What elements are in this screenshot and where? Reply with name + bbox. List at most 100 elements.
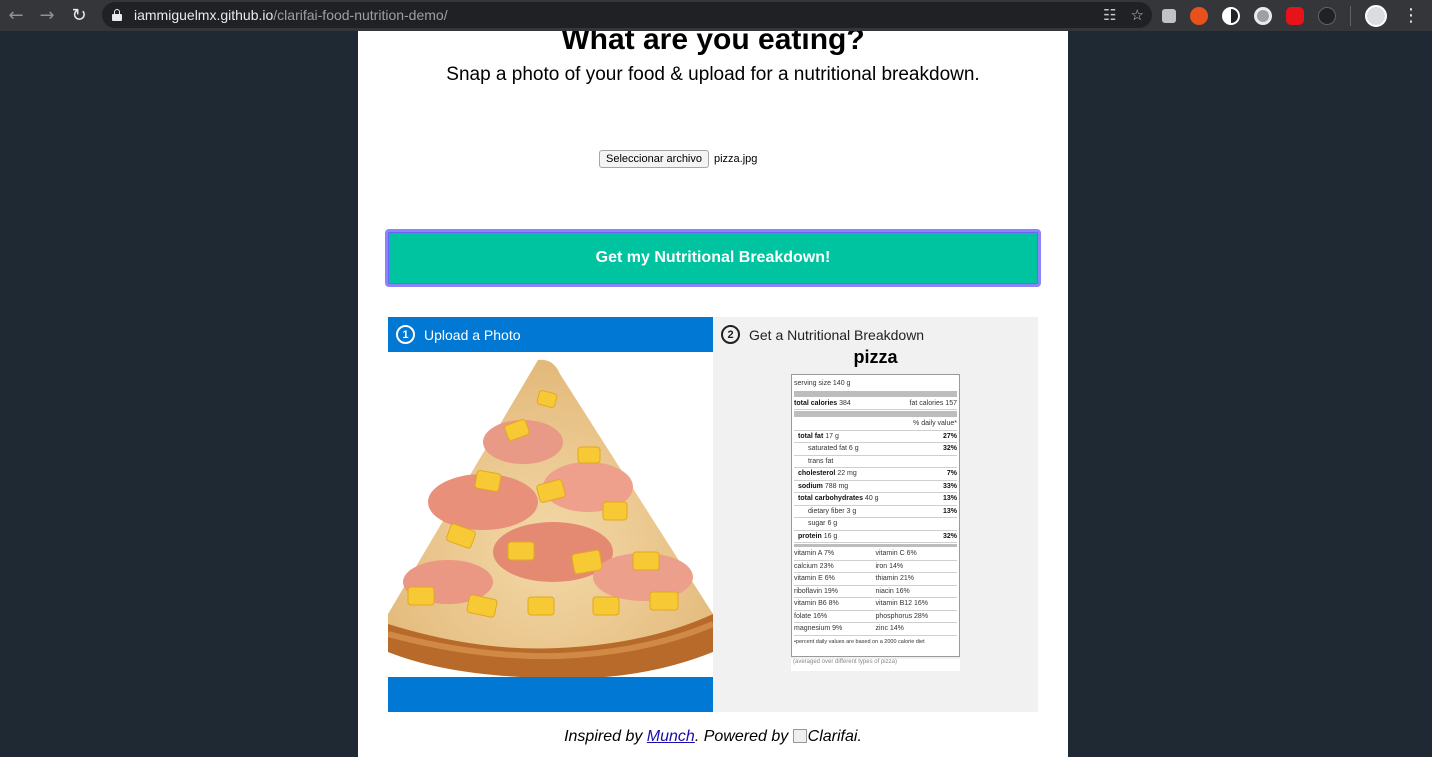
- vitamin-right: niacin 16%: [875, 587, 910, 595]
- vitamin-row: calcium 23% iron 14%: [794, 561, 957, 573]
- vitamin-row: vitamin A 7% vitamin C 6%: [794, 548, 957, 561]
- vitamin-left: vitamin A 7%: [794, 550, 835, 558]
- nutrient-row: protein 16 g 32%: [794, 531, 957, 543]
- nutrient-percent: 33%: [942, 482, 957, 490]
- step-2-number-icon: 2: [721, 325, 740, 344]
- vitamin-left: magnesium 9%: [794, 625, 843, 633]
- nutrient-label: dietary fiber: [808, 507, 845, 515]
- clarifai-alt-text: Clarifai: [807, 728, 858, 745]
- file-input[interactable]: Seleccionar archivo pizza.jpg: [599, 150, 757, 168]
- upload-column-footer: [388, 677, 713, 712]
- nutrient-amount: 17 g: [825, 432, 839, 440]
- profile-avatar[interactable]: [1365, 4, 1387, 27]
- broken-image-icon: [792, 729, 807, 743]
- nutrient-percent: 32%: [942, 532, 957, 540]
- vitamin-rows: vitamin A 7% vitamin C 6% calcium 23% iron …: [794, 548, 957, 636]
- daily-value-header-row: % daily value*: [794, 418, 957, 431]
- vitamin-left: calcium 23%: [794, 562, 834, 570]
- footnote: •percent daily values are based on a 200…: [794, 638, 925, 645]
- page-title: What are you eating?: [561, 31, 865, 56]
- contrast-extension-icon[interactable]: [1222, 6, 1240, 25]
- nutrient-label: protein: [798, 532, 822, 540]
- breakdown-column: 2 Get a Nutritional Breakdown pizza serv…: [713, 317, 1038, 712]
- page-footer: Inspired by Munch. Powered by Clarifai.: [358, 728, 1068, 746]
- nutrient-rows: total fat 17 g 27% saturated fat 6 g 32% tra…: [794, 431, 957, 543]
- lock-icon: [112, 9, 122, 21]
- nutrient-row: sugar 6 g: [794, 518, 957, 531]
- serving-size: serving size 140 g: [794, 379, 851, 387]
- footer-prefix: Inspired by: [564, 728, 647, 745]
- adblock-extension-icon[interactable]: [1286, 6, 1304, 25]
- pizza-image: [387, 359, 715, 679]
- serving-size-row: serving size 140 g: [794, 377, 957, 390]
- step-1-label: Upload a Photo: [424, 326, 521, 343]
- munch-link[interactable]: Munch: [647, 728, 695, 745]
- vitamin-left: vitamin E 6%: [794, 575, 835, 583]
- step-1-header: 1 Upload a Photo: [388, 317, 713, 352]
- vitamin-right: zinc 14%: [875, 625, 904, 633]
- choose-file-button[interactable]: Seleccionar archivo: [599, 150, 709, 168]
- upload-photo-column: 1 Upload a Photo: [387, 317, 715, 712]
- footer-middle: . Powered by: [694, 728, 793, 745]
- url-host: iammiguelmx.github.io: [134, 7, 274, 23]
- detected-food-name: pizza: [853, 347, 898, 367]
- back-arrow-icon[interactable]: ←: [0, 1, 32, 29]
- nutrition-label: serving size 140 g total calories 384 fa…: [791, 374, 960, 657]
- vitamin-row: magnesium 9% zinc 14%: [794, 623, 957, 636]
- results-panel: 1 Upload a Photo 2 Get a Nutritional Bre…: [387, 317, 1038, 712]
- nutrient-row: total carbohydrates 40 g 13%: [794, 493, 957, 506]
- nutrient-amount: 3 g: [846, 507, 857, 515]
- extensions-bar: ⋮: [1162, 0, 1421, 31]
- nutrient-amount: 6 g: [848, 445, 859, 453]
- nutrient-percent: 13%: [942, 495, 957, 503]
- translate-icon[interactable]: ☷: [1103, 6, 1116, 24]
- averaged-note: (averaged over different types of pizza): [791, 659, 960, 671]
- reload-icon[interactable]: ↻: [63, 1, 95, 29]
- nutrient-row: total fat 17 g 27%: [794, 431, 957, 443]
- nutrient-label: trans fat: [808, 457, 834, 465]
- toolbar-divider: [1350, 5, 1351, 26]
- red-extension-icon[interactable]: [1190, 6, 1208, 25]
- browser-toolbar: ← → ↻ iammiguelmx.github.io/clarifai-foo…: [0, 0, 1432, 31]
- vitamin-left: vitamin B6 8%: [794, 600, 839, 608]
- fat-calories: fat calories 157: [909, 399, 957, 407]
- footer-suffix: .: [857, 728, 862, 745]
- menu-kebab-icon[interactable]: ⋮: [1401, 5, 1421, 26]
- label-divider: [794, 390, 957, 397]
- nutrient-percent: 32%: [942, 445, 957, 453]
- record-extension-icon[interactable]: [1254, 6, 1272, 25]
- nutrient-label: cholesterol: [798, 470, 836, 478]
- url-path: /clarifai-food-nutrition-demo/: [273, 7, 448, 23]
- cube-extension-icon[interactable]: [1162, 8, 1176, 23]
- nutrient-amount: 22 mg: [837, 470, 857, 478]
- total-calories-value: 384: [839, 399, 851, 407]
- vitamin-right: vitamin C 6%: [875, 550, 917, 558]
- label-divider: [794, 544, 957, 547]
- nutrient-row: trans fat: [794, 456, 957, 468]
- nutrient-amount: 6 g: [827, 520, 838, 528]
- nutrient-label: sodium: [798, 482, 823, 490]
- address-bar[interactable]: iammiguelmx.github.io/clarifai-food-nutr…: [102, 2, 1152, 28]
- bookmark-star-icon[interactable]: ☆: [1131, 6, 1144, 24]
- vitamin-left: folate 16%: [794, 612, 828, 620]
- nutrient-percent: 27%: [942, 432, 957, 440]
- vitamin-left: riboflavin 19%: [794, 587, 838, 595]
- nutrient-percent: 13%: [942, 507, 957, 515]
- vitamin-right: vitamin B12 16%: [875, 600, 929, 608]
- nutrient-label: total fat: [798, 432, 824, 440]
- forward-arrow-icon[interactable]: →: [31, 1, 63, 29]
- nutrient-row: saturated fat 6 g 32%: [794, 443, 957, 456]
- step-1-number-icon: 1: [396, 325, 415, 344]
- nutrient-row: sodium 788 mg 33%: [794, 481, 957, 493]
- get-breakdown-button[interactable]: Get my Nutritional Breakdown!: [385, 229, 1041, 287]
- page-container: What are you eating? Snap a photo of you…: [358, 31, 1068, 757]
- label-divider: [794, 411, 957, 417]
- daily-value-header: % daily value*: [913, 420, 957, 428]
- vitamin-right: thiamin 21%: [875, 575, 915, 583]
- dark-extension-icon[interactable]: [1318, 6, 1336, 25]
- vitamin-row: folate 16% phosphorus 28%: [794, 611, 957, 623]
- nutrient-row: dietary fiber 3 g 13%: [794, 506, 957, 518]
- vitamin-row: vitamin B6 8% vitamin B12 16%: [794, 598, 957, 611]
- nutrient-amount: 40 g: [864, 495, 879, 503]
- total-calories-label: total calories: [794, 399, 838, 407]
